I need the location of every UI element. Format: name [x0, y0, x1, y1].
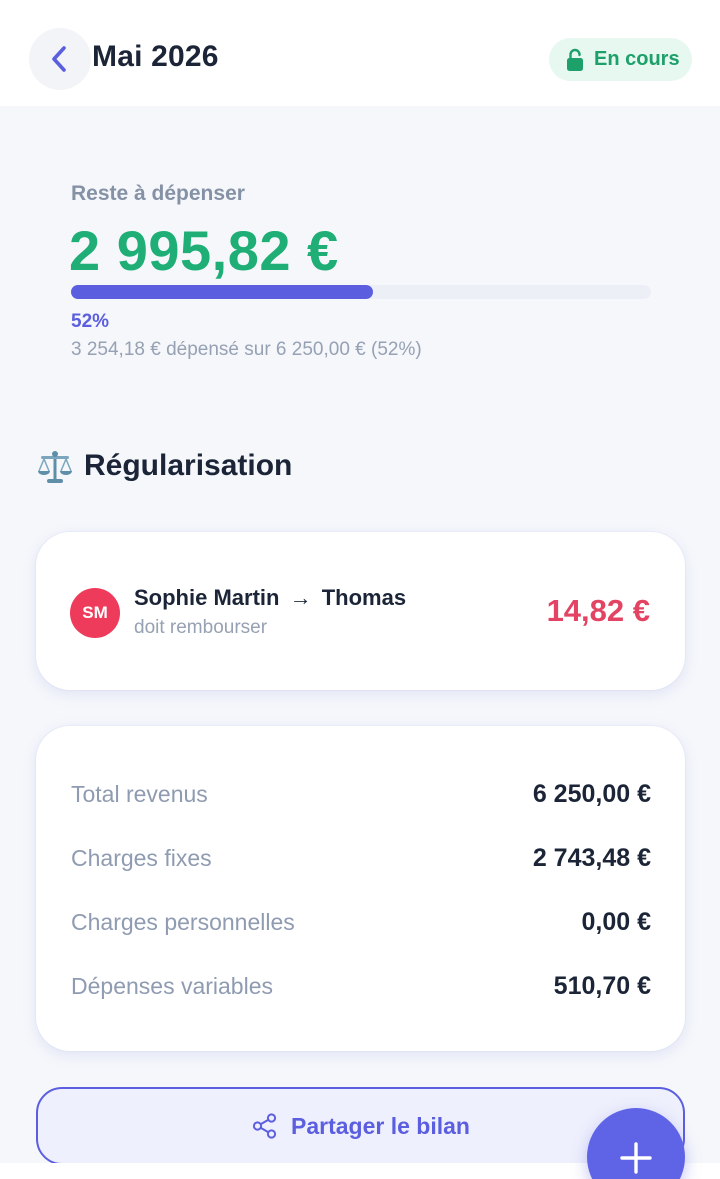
settlement-to: Thomas	[321, 585, 407, 610]
total-row-charges-personnelles: Charges personnelles 0,00 €	[71, 902, 651, 942]
total-row-depenses-variables: Dépenses variables 510,70 €	[71, 966, 651, 1006]
totals-card: Total revenus 6 250,00 € Charges fixes 2…	[36, 726, 685, 1051]
remaining-amount: 2 995,82 €	[69, 219, 339, 282]
share-button-label: Partager le bilan	[291, 1112, 470, 1139]
status-badge-label: En cours	[594, 48, 680, 70]
share-icon	[252, 1113, 277, 1139]
total-value: 6 250,00 €	[532, 779, 651, 808]
progress-percent: 52%	[71, 311, 110, 332]
status-badge: En cours	[549, 38, 692, 81]
total-label: Total revenus	[71, 780, 208, 807]
arrow-right-icon: →	[289, 585, 312, 610]
total-label: Dépenses variables	[71, 972, 274, 999]
budget-progress-bar	[71, 285, 651, 299]
avatar: SM	[70, 588, 120, 638]
settlement-card[interactable]: SM Sophie Martin → Thomas doit rembourse…	[36, 532, 685, 690]
total-label: Charges personnelles	[71, 908, 295, 935]
back-button[interactable]	[29, 28, 91, 90]
budget-month-screen: Mai 2026 En cours Reste à dépenser 2 995…	[0, 0, 720, 1179]
total-value: 0,00 €	[581, 907, 651, 936]
settlement-amount: 14,82 €	[546, 593, 650, 628]
balance-scale-icon	[38, 451, 72, 483]
total-row-charges-fixes: Charges fixes 2 743,48 €	[71, 838, 651, 878]
unlock-icon	[567, 48, 583, 71]
total-value: 510,70 €	[553, 971, 651, 1000]
app-header: Mai 2026 En cours	[0, 0, 720, 106]
budget-progress-fill	[71, 285, 373, 299]
settlement-description: doit rembourser	[134, 617, 268, 638]
remaining-label: Reste à dépenser	[71, 182, 245, 205]
chevron-left-icon	[52, 46, 66, 72]
total-value: 2 743,48 €	[532, 843, 651, 872]
total-label: Charges fixes	[71, 844, 212, 871]
plus-icon	[620, 1142, 652, 1174]
section-title-regularisation: Régularisation	[84, 449, 293, 482]
settlement-from: Sophie Martin	[134, 585, 280, 610]
total-row-revenus: Total revenus 6 250,00 €	[71, 774, 651, 814]
page-title: Mai 2026	[92, 40, 219, 73]
progress-detail: 3 254,18 € dépensé sur 6 250,00 € (52%)	[71, 339, 422, 360]
settlement-parties: Sophie Martin → Thomas	[134, 585, 406, 611]
